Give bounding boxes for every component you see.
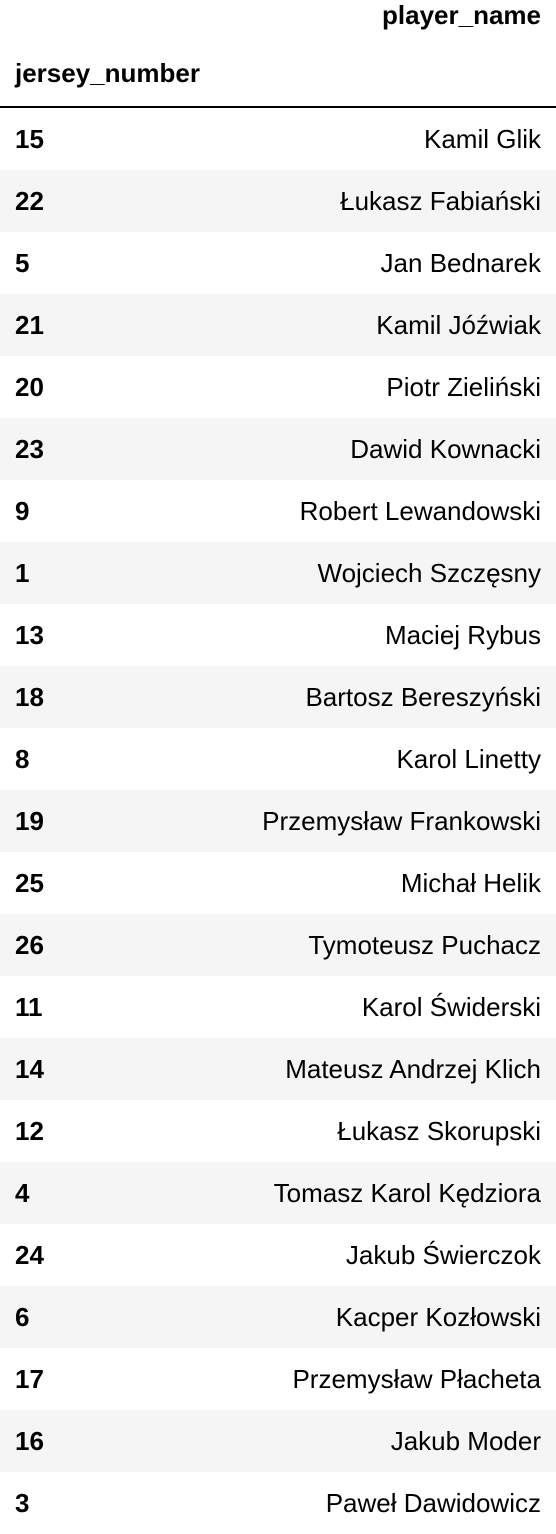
jersey-number-cell: 15: [15, 124, 44, 154]
table-body: 15 Kamil Glik 22 Łukasz Fabiański 5 Jan Bedna…: [0, 108, 556, 1534]
jersey-number-cell: 11: [15, 992, 43, 1022]
table-row: 23 Dawid Kownacki: [0, 418, 556, 480]
player-name-cell: Piotr Zieliński: [386, 372, 541, 402]
player-name-cell: Karol Świderski: [361, 992, 541, 1022]
table-row: 26 Tymoteusz Puchacz: [0, 914, 556, 976]
player-name-cell: Robert Lewandowski: [299, 496, 541, 526]
jersey-number-cell: 14: [15, 1054, 44, 1084]
table-row: 22 Łukasz Fabiański: [0, 170, 556, 232]
jersey-number-cell: 22: [15, 186, 44, 216]
player-name-cell: Maciej Rybus: [384, 620, 541, 650]
table-row: 21 Kamil Jóźwiak: [0, 294, 556, 356]
player-name-cell: Jan Bednarek: [380, 248, 541, 278]
jersey-number-cell: 20: [15, 372, 44, 402]
dataframe-table: player_name jersey_number 15 Kamil Glik 22…: [0, 0, 556, 1534]
player-name-cell: Jakub Moder: [390, 1426, 541, 1456]
index-header-jersey-number: jersey_number: [15, 58, 200, 88]
jersey-number-cell: 24: [15, 1240, 44, 1270]
jersey-number-cell: 3: [15, 1488, 30, 1518]
table-row: 4 Tomasz Karol Kędziora: [0, 1162, 556, 1224]
table-row: 25 Michał Helik: [0, 852, 556, 914]
jersey-number-cell: 6: [15, 1302, 30, 1332]
player-name-cell: Wojciech Szczęsny: [317, 558, 542, 588]
player-name-cell: Łukasz Fabiański: [340, 186, 541, 216]
player-name-cell: Kamil Jóźwiak: [376, 310, 541, 340]
jersey-number-cell: 21: [15, 310, 44, 340]
player-name-cell: Mateusz Andrzej Klich: [285, 1054, 541, 1084]
jersey-number-cell: 9: [15, 496, 30, 526]
player-name-cell: Przemysław Płacheta: [292, 1364, 541, 1394]
table-row: 1 Wojciech Szczęsny: [0, 542, 556, 604]
player-name-cell: Łukasz Skorupski: [337, 1116, 541, 1146]
jersey-number-cell: 8: [15, 744, 30, 774]
jersey-number-cell: 12: [15, 1116, 44, 1146]
table-row: 9 Robert Lewandowski: [0, 480, 556, 542]
jersey-number-cell: 1: [15, 558, 30, 588]
table-row: 18 Bartosz Bereszyński: [0, 666, 556, 728]
jersey-number-cell: 5: [15, 248, 30, 278]
player-name-cell: Dawid Kownacki: [350, 434, 541, 464]
table-row: 24 Jakub Świerczok: [0, 1224, 556, 1286]
column-header-row: player_name: [0, 0, 556, 40]
table-row: 14 Mateusz Andrzej Klich: [0, 1038, 556, 1100]
table-row: 16 Jakub Moder: [0, 1410, 556, 1472]
table-row: 13 Maciej Rybus: [0, 604, 556, 666]
table-row: 6 Kacper Kozłowski: [0, 1286, 556, 1348]
jersey-number-cell: 18: [15, 682, 44, 712]
player-name-cell: Jakub Świerczok: [345, 1240, 541, 1270]
player-name-cell: Michał Helik: [400, 868, 541, 898]
jersey-number-cell: 19: [15, 806, 44, 836]
table-row: 20 Piotr Zieliński: [0, 356, 556, 418]
player-name-cell: Przemysław Frankowski: [262, 806, 541, 836]
jersey-number-cell: 4: [15, 1178, 30, 1208]
player-name-cell: Bartosz Bereszyński: [305, 682, 541, 712]
player-name-cell: Paweł Dawidowicz: [325, 1488, 541, 1518]
jersey-number-cell: 25: [15, 868, 44, 898]
player-name-cell: Karol Linetty: [396, 744, 541, 774]
table-row: 15 Kamil Glik: [0, 108, 556, 170]
jersey-number-cell: 16: [15, 1426, 44, 1456]
table-row: 17 Przemysław Płacheta: [0, 1348, 556, 1410]
jersey-number-cell: 23: [15, 434, 44, 464]
player-name-cell: Kamil Glik: [423, 124, 541, 154]
table-row: 12 Łukasz Skorupski: [0, 1100, 556, 1162]
player-name-cell: Kacper Kozłowski: [335, 1302, 541, 1332]
table-row: 19 Przemysław Frankowski: [0, 790, 556, 852]
jersey-number-cell: 13: [15, 620, 44, 650]
column-header-player-name: player_name: [382, 0, 541, 30]
table-row: 8 Karol Linetty: [0, 728, 556, 790]
table-row: 11 Karol Świderski: [0, 976, 556, 1038]
jersey-number-cell: 26: [15, 930, 44, 960]
player-name-cell: Tomasz Karol Kędziora: [273, 1178, 541, 1208]
table-row: 3 Paweł Dawidowicz: [0, 1472, 556, 1534]
player-name-cell: Tymoteusz Puchacz: [308, 930, 541, 960]
index-header-row: jersey_number: [0, 40, 556, 106]
jersey-number-cell: 17: [15, 1364, 44, 1394]
table-row: 5 Jan Bednarek: [0, 232, 556, 294]
